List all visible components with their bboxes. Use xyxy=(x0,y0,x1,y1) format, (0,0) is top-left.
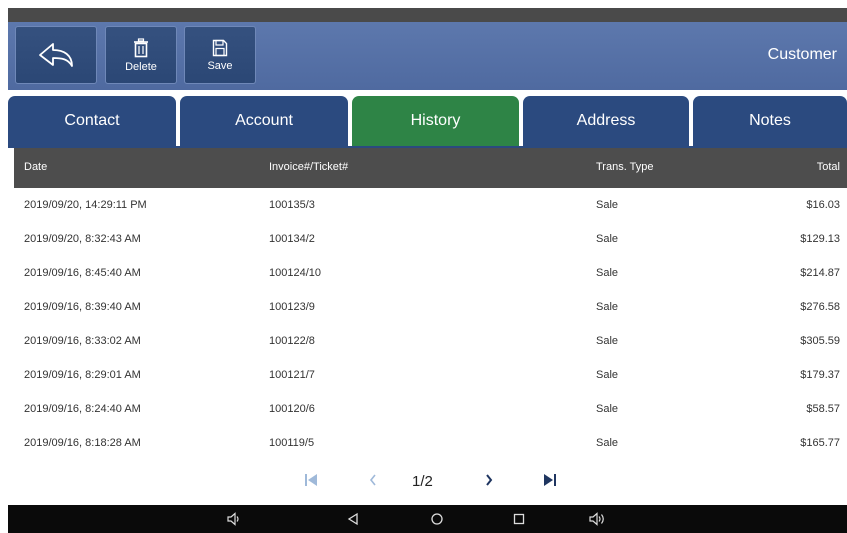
back-button[interactable] xyxy=(15,26,97,84)
row-total: $179.37 xyxy=(800,369,840,381)
row-type: Sale xyxy=(596,301,619,313)
status-strip xyxy=(8,8,847,22)
column-header-type[interactable]: Trans. Type xyxy=(596,161,653,173)
row-type: Sale xyxy=(596,199,619,211)
column-header-date[interactable]: Date xyxy=(24,161,47,173)
volume-up-icon xyxy=(589,512,604,526)
table-row[interactable]: 2019/09/16, 8:45:40 AM 100124/10 Sale $2… xyxy=(14,256,847,290)
android-recents-icon xyxy=(513,513,525,525)
table-header: Date Invoice#/Ticket# Trans. Type Total xyxy=(14,148,847,188)
home-button[interactable] xyxy=(426,510,448,528)
tab-notes[interactable]: Notes xyxy=(693,96,847,146)
table-row[interactable]: 2019/09/16, 8:39:40 AM 100123/9 Sale $27… xyxy=(14,290,847,324)
row-total: $129.13 xyxy=(800,233,840,245)
row-type: Sale xyxy=(596,335,619,347)
prev-page-button[interactable] xyxy=(360,467,386,493)
row-date: 2019/09/16, 8:45:40 AM xyxy=(24,267,141,279)
save-button[interactable]: Save xyxy=(184,26,256,84)
column-header-total[interactable]: Total xyxy=(817,161,840,173)
row-invoice: 100119/5 xyxy=(269,437,315,449)
row-invoice: 100134/2 xyxy=(269,233,315,245)
row-type: Sale xyxy=(596,267,619,279)
first-page-button[interactable] xyxy=(298,467,324,493)
row-type: Sale xyxy=(596,403,619,415)
last-page-button[interactable] xyxy=(537,467,563,493)
floppy-disk-icon xyxy=(212,39,228,56)
first-page-icon xyxy=(305,474,317,486)
android-nav-bar xyxy=(8,505,847,533)
row-invoice: 100135/3 xyxy=(269,199,315,211)
row-invoice: 100121/7 xyxy=(269,369,315,381)
trash-icon xyxy=(134,37,148,57)
row-date: 2019/09/16, 8:18:28 AM xyxy=(24,437,141,449)
toolbar: Delete Save Customer xyxy=(8,22,847,90)
table-row[interactable]: 2019/09/20, 8:32:43 AM 100134/2 Sale $12… xyxy=(14,222,847,256)
chevron-right-icon xyxy=(486,474,493,486)
row-total: $165.77 xyxy=(800,437,840,449)
row-invoice: 100123/9 xyxy=(269,301,315,313)
row-type: Sale xyxy=(596,233,619,245)
row-date: 2019/09/16, 8:39:40 AM xyxy=(24,301,141,313)
volume-down-icon xyxy=(227,512,239,526)
delete-label: Delete xyxy=(125,60,157,73)
row-date: 2019/09/16, 8:24:40 AM xyxy=(24,403,141,415)
row-date: 2019/09/16, 8:33:02 AM xyxy=(24,335,141,347)
row-invoice: 100122/8 xyxy=(269,335,315,347)
last-page-icon xyxy=(544,474,556,486)
row-total: $58.57 xyxy=(806,403,840,415)
recents-button[interactable] xyxy=(508,510,530,528)
row-type: Sale xyxy=(596,437,619,449)
row-total: $276.58 xyxy=(800,301,840,313)
row-total: $214.87 xyxy=(800,267,840,279)
back-arrow-icon xyxy=(39,43,73,67)
page-title: Customer xyxy=(767,46,837,63)
delete-button[interactable]: Delete xyxy=(105,26,177,84)
android-home-icon xyxy=(431,513,443,525)
tab-address[interactable]: Address xyxy=(523,96,689,146)
next-page-button[interactable] xyxy=(476,467,502,493)
row-invoice: 100124/10 xyxy=(269,267,321,279)
column-header-invoice[interactable]: Invoice#/Ticket# xyxy=(269,161,348,173)
row-date: 2019/09/20, 8:32:43 AM xyxy=(24,233,141,245)
save-label: Save xyxy=(207,59,233,72)
tab-account[interactable]: Account xyxy=(180,96,348,146)
nav-back-button[interactable] xyxy=(342,510,364,528)
volume-down-button[interactable] xyxy=(224,510,246,528)
table-row[interactable]: 2019/09/16, 8:24:40 AM 100120/6 Sale $58… xyxy=(14,392,847,426)
row-invoice: 100120/6 xyxy=(269,403,315,415)
tab-history[interactable]: History xyxy=(352,96,519,146)
tab-contact[interactable]: Contact xyxy=(8,96,176,146)
table-row[interactable]: 2019/09/16, 8:29:01 AM 100121/7 Sale $17… xyxy=(14,358,847,392)
row-date: 2019/09/16, 8:29:01 AM xyxy=(24,369,141,381)
table-row[interactable]: 2019/09/16, 8:33:02 AM 100122/8 Sale $30… xyxy=(14,324,847,358)
pagination: 1/2 xyxy=(0,460,847,500)
tab-bar: Contact Account History Address Notes xyxy=(8,96,847,148)
row-total: $305.59 xyxy=(800,335,840,347)
android-back-icon xyxy=(347,512,358,526)
table-row[interactable]: 2019/09/20, 14:29:11 PM 100135/3 Sale $1… xyxy=(14,188,847,222)
row-total: $16.03 xyxy=(806,199,840,211)
row-type: Sale xyxy=(596,369,619,381)
page-indicator: 1/2 xyxy=(412,473,433,490)
chevron-left-icon xyxy=(369,474,376,486)
table-row[interactable]: 2019/09/16, 8:18:28 AM 100119/5 Sale $16… xyxy=(14,426,847,460)
row-date: 2019/09/20, 14:29:11 PM xyxy=(24,199,147,211)
history-table: 2019/09/20, 14:29:11 PM 100135/3 Sale $1… xyxy=(14,188,847,460)
volume-up-button[interactable] xyxy=(586,510,610,528)
